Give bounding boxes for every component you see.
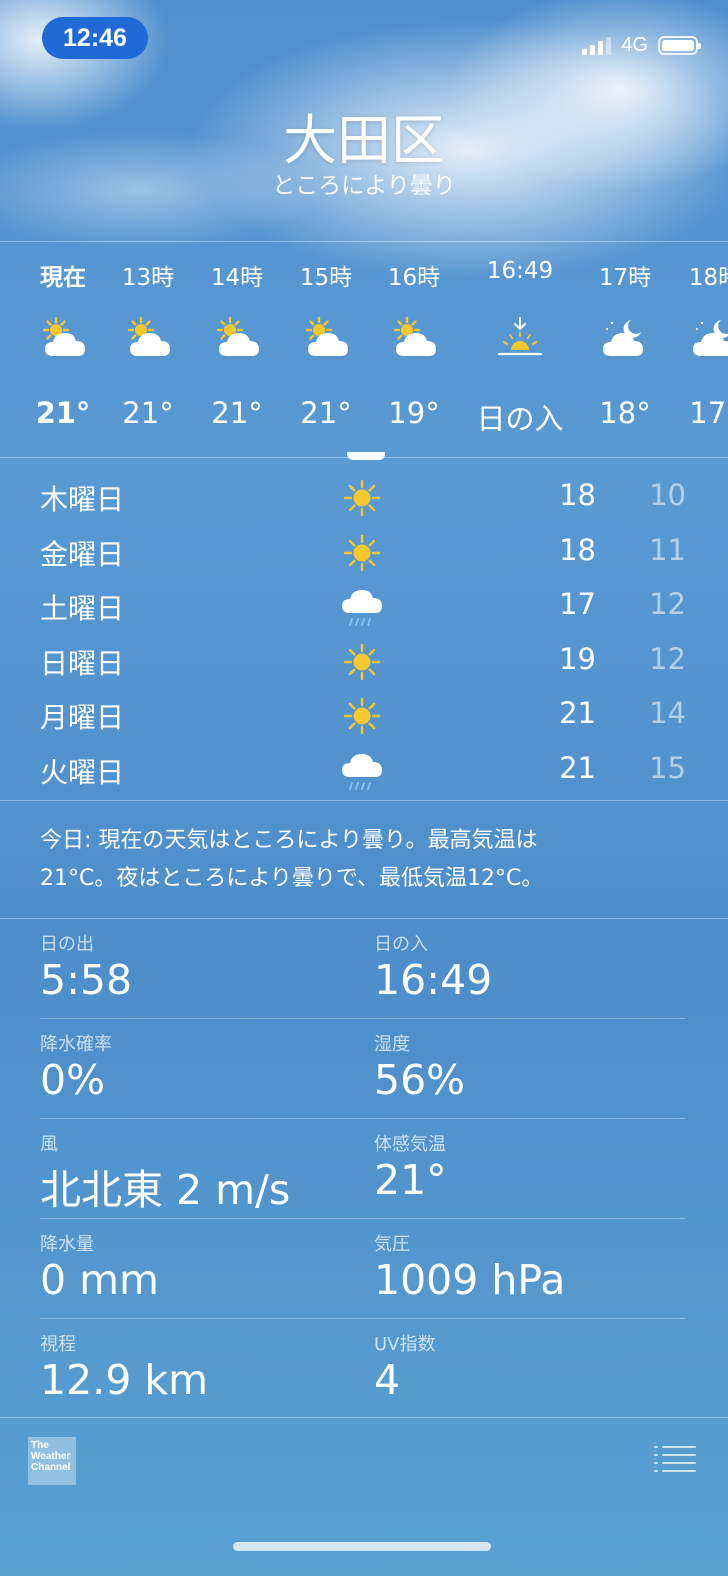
detail-label: 湿度: [374, 1034, 410, 1055]
detail-label: 降水量: [40, 1234, 94, 1255]
detail-label: 体感気温: [374, 1134, 446, 1155]
low-temperature: 15: [649, 750, 686, 785]
detail-label: 気圧: [374, 1234, 410, 1255]
sunset-icon: [497, 317, 543, 356]
today-summary: 今日: 現在の天気はところにより曇り。最高気温は 21°C。夜はところにより曇り…: [40, 822, 680, 898]
network-type: 4G: [621, 33, 648, 56]
partly-cloudy-sun-icon: [42, 316, 85, 356]
detail-right: 湿度 56%: [374, 1030, 674, 1104]
row-divider: [40, 1218, 685, 1219]
city-list-icon[interactable]: [654, 1444, 696, 1474]
divider: [0, 800, 728, 801]
detail-left: 降水確率 0%: [40, 1030, 340, 1104]
partly-cloudy-sun-icon: [305, 316, 348, 356]
daily-row[interactable]: 木曜日 18 10: [0, 470, 728, 524]
hour-label: 16時: [387, 265, 441, 291]
detail-label: UV指数: [374, 1334, 436, 1355]
detail-right: UV指数 4: [374, 1330, 674, 1404]
daily-row[interactable]: 火曜日 21 15: [0, 743, 728, 797]
detail-left: 風北北東 2 m/s: [40, 1130, 340, 1216]
battery-icon: [658, 35, 701, 55]
divider: [0, 1417, 728, 1418]
current-condition: ところにより曇り: [272, 173, 456, 199]
sun-icon: [343, 643, 381, 680]
weather-channel-logo[interactable]: The Weather Channel: [28, 1437, 76, 1485]
partly-cloudy-sun-icon: [127, 316, 170, 356]
partly-cloudy-moon-icon: [693, 320, 728, 356]
daily-row[interactable]: 金曜日 18 11: [0, 525, 728, 579]
detail-right: 日の入 16:49: [374, 930, 674, 1004]
high-temperature: 18: [559, 478, 596, 512]
day-name: 日曜日: [40, 646, 125, 680]
detail-value: 21°: [374, 1156, 447, 1204]
city-name: 大田区: [283, 109, 445, 172]
hour-temperature: 17°: [689, 396, 728, 430]
high-temperature: 18: [559, 532, 596, 567]
partly-cloudy-sun-icon: [393, 316, 436, 356]
hour-temperature: 19°: [388, 396, 440, 430]
low-temperature: 14: [649, 696, 686, 730]
day-name: 木曜日: [40, 483, 125, 516]
rain-cloud-icon: [342, 590, 382, 626]
home-indicator[interactable]: [233, 1542, 491, 1551]
row-divider: [40, 1118, 685, 1119]
sun-icon: [343, 534, 381, 571]
daily-row[interactable]: 土曜日 17 12: [0, 579, 728, 633]
detail-value: 0%: [40, 1056, 106, 1104]
detail-value: 0 mm: [40, 1256, 159, 1304]
detail-value: 12.9 km: [40, 1356, 209, 1404]
row-divider: [40, 1018, 685, 1019]
rain-cloud-icon: [342, 753, 382, 790]
detail-right: 体感気温 21°: [374, 1130, 674, 1204]
hour-label: 16:49: [486, 258, 554, 284]
detail-value: 北北東 2 m/s: [40, 1166, 291, 1214]
daily-row[interactable]: 日曜日 19 12: [0, 634, 728, 688]
day-name: 金曜日: [40, 537, 125, 571]
hourly-forecast[interactable]: 現在 21° 13時 21° 14時 21° 15時 21° 16時 19° 16:49 日の入 17時…: [0, 242, 728, 456]
low-temperature: 11: [649, 532, 686, 567]
detail-label: 降水確率: [40, 1034, 112, 1055]
detail-left: 日の出 5:58: [40, 930, 340, 1004]
detail-value: 5:58: [40, 956, 133, 1004]
hour-label: 18時: [688, 265, 728, 291]
day-name: 土曜日: [40, 592, 125, 625]
scrolled-partial-icon: [347, 452, 385, 460]
high-temperature: 21: [559, 750, 596, 785]
day-name: 月曜日: [40, 701, 125, 734]
high-temperature: 19: [559, 641, 596, 676]
cellular-signal-icon: [582, 35, 612, 55]
summary-line: 今日: 現在の天気はところにより曇り。最高気温は: [40, 828, 538, 853]
low-temperature: 12: [649, 587, 686, 621]
detail-label: 日の入: [374, 934, 428, 955]
status-time: 12:46: [42, 17, 148, 59]
hour-temperature: 日の入: [476, 402, 564, 436]
detail-label: 視程: [40, 1334, 76, 1355]
detail-value: 16:49: [374, 956, 493, 1004]
detail-value: 4: [374, 1356, 401, 1404]
detail-label: 風: [40, 1134, 58, 1155]
day-name: 火曜日: [40, 755, 125, 789]
divider: [0, 918, 728, 919]
daily-row[interactable]: 月曜日 21 14: [0, 688, 728, 742]
detail-value: 56%: [374, 1056, 466, 1104]
detail-right: 気圧 1009 hPa: [374, 1230, 674, 1304]
row-divider: [40, 1318, 685, 1319]
low-temperature: 10: [649, 478, 686, 512]
detail-label: 日の出: [40, 934, 94, 955]
detail-value: 1009 hPa: [374, 1256, 566, 1304]
detail-left: 降水量 0 mm: [40, 1230, 340, 1304]
detail-left: 視程 12.9 km: [40, 1330, 340, 1404]
high-temperature: 17: [559, 587, 596, 621]
summary-line: 21°C。夜はところにより曇りで、最低気温12°C。: [40, 866, 544, 891]
high-temperature: 21: [559, 696, 596, 730]
low-temperature: 12: [649, 641, 686, 676]
status-indicators: 4G: [582, 30, 701, 60]
sun-icon: [343, 479, 381, 517]
partly-cloudy-sun-icon: [216, 316, 259, 356]
partly-cloudy-moon-icon: [603, 320, 643, 356]
sun-icon: [343, 697, 381, 735]
